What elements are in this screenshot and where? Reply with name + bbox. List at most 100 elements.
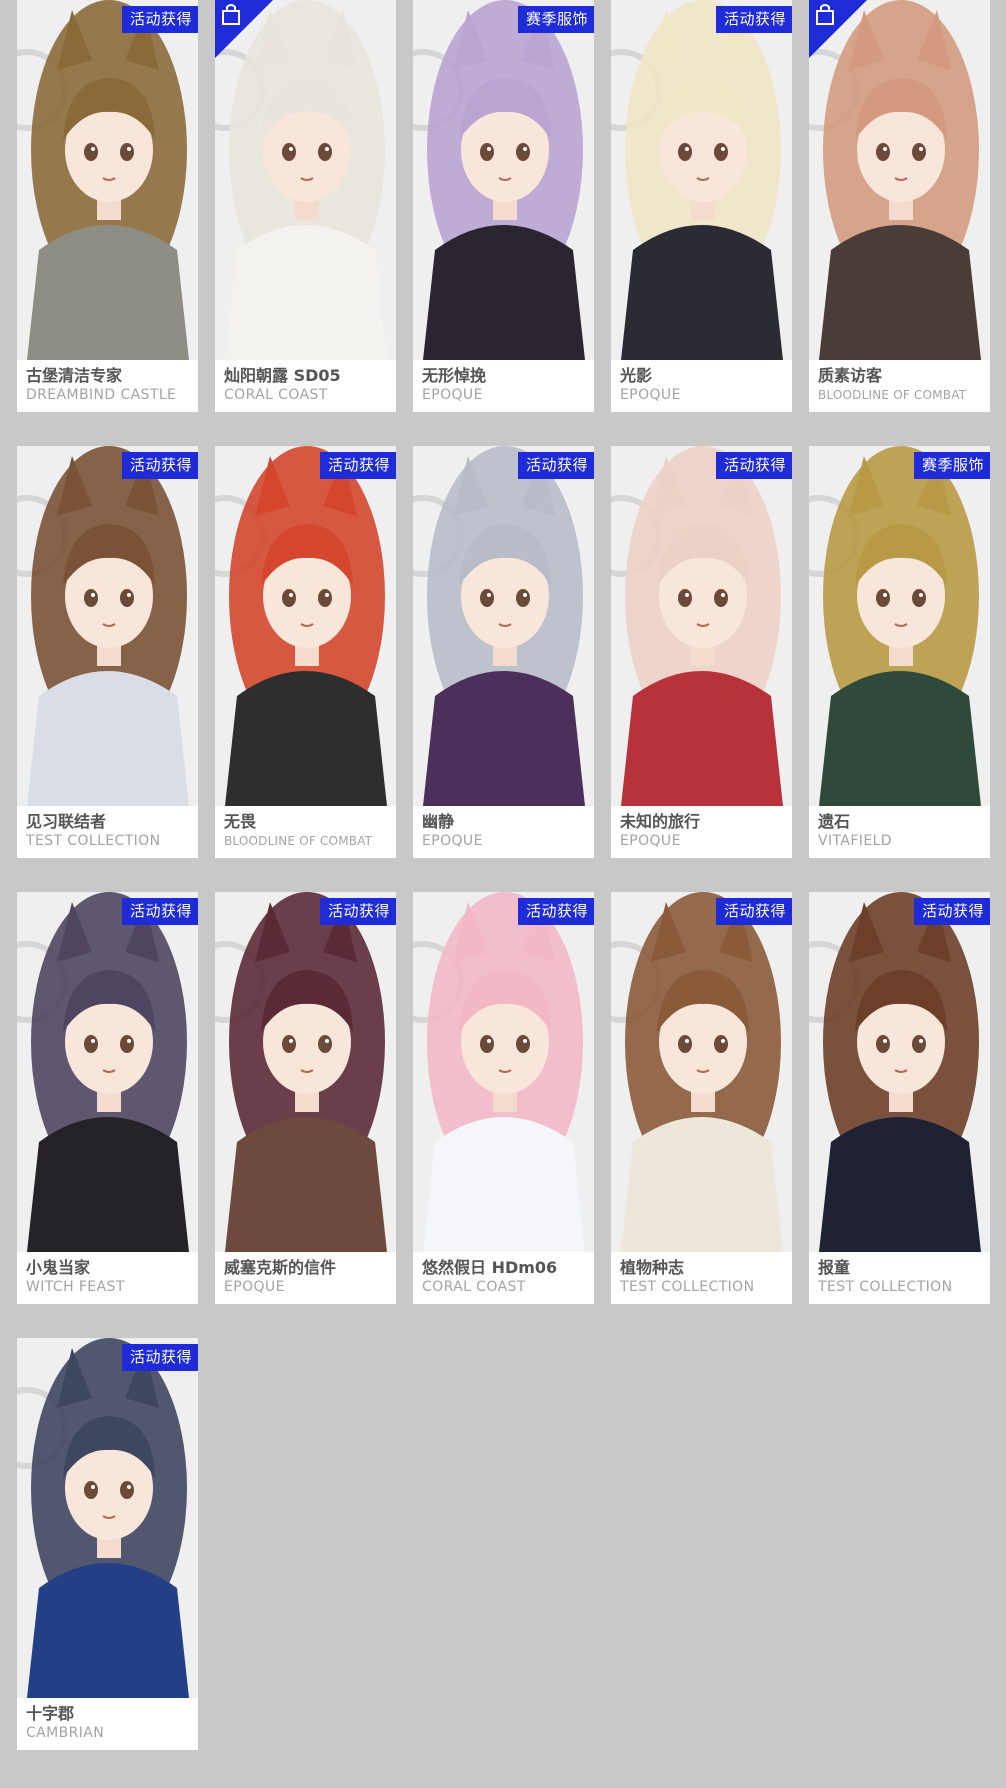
- acquisition-badge: 赛季服饰: [913, 452, 990, 479]
- skin-info: 无畏 BLOODLINE OF COMBAT: [215, 806, 396, 858]
- skin-name: 光影: [620, 366, 653, 385]
- skin-name: 灿阳朝露 SD05: [224, 366, 341, 385]
- shop-bag-icon: [215, 0, 273, 58]
- skin-series: CORAL COAST: [422, 1279, 526, 1295]
- skin-card[interactable]: 赛季服饰遗石 VITAFIELD: [809, 446, 990, 858]
- acquisition-badge: 活动获得: [517, 452, 594, 479]
- character-illustration: [413, 0, 594, 360]
- skin-portrait: [215, 892, 396, 1252]
- skin-portrait: [215, 446, 396, 806]
- skin-name: 未知的旅行: [620, 812, 701, 831]
- acquisition-badge: 活动获得: [319, 898, 396, 925]
- skin-card[interactable]: 活动获得见习联结者 TEST COLLECTION: [17, 446, 198, 858]
- skin-card[interactable]: 活动获得威塞克斯的信件 EPOQUE: [215, 892, 396, 1304]
- skin-series: CAMBRIAN: [26, 1725, 105, 1741]
- skin-name: 悠然假日 HDm06: [422, 1258, 558, 1277]
- skin-portrait: [413, 892, 594, 1252]
- skin-info: 幽静 EPOQUE: [413, 806, 594, 858]
- acquisition-badge: 活动获得: [121, 6, 198, 33]
- character-illustration: [611, 0, 792, 360]
- acquisition-badge: 活动获得: [121, 1344, 198, 1371]
- character-illustration: [611, 892, 792, 1252]
- skin-card[interactable]: 活动获得未知的旅行 EPOQUE: [611, 446, 792, 858]
- skin-info: 悠然假日 HDm06 CORAL COAST: [413, 1252, 594, 1304]
- skin-info: 遗石 VITAFIELD: [809, 806, 990, 858]
- skin-series: CORAL COAST: [224, 387, 328, 403]
- skin-card[interactable]: 活动获得十字郡 CAMBRIAN: [17, 1338, 198, 1750]
- acquisition-badge: 活动获得: [715, 452, 792, 479]
- skin-card[interactable]: 活动获得光影 EPOQUE: [611, 0, 792, 412]
- skin-info: 植物种志 TEST COLLECTION: [611, 1252, 792, 1304]
- character-illustration: [17, 1338, 198, 1698]
- skin-portrait: [413, 446, 594, 806]
- acquisition-badge: 活动获得: [715, 6, 792, 33]
- skin-portrait: [17, 0, 198, 360]
- acquisition-badge: 活动获得: [913, 898, 990, 925]
- skin-portrait: [611, 446, 792, 806]
- skin-card[interactable]: 活动获得幽静 EPOQUE: [413, 446, 594, 858]
- skin-series: EPOQUE: [620, 387, 681, 403]
- skin-portrait: [809, 446, 990, 806]
- skin-name: 见习联结者: [26, 812, 107, 831]
- skin-series: WITCH FEAST: [26, 1279, 125, 1295]
- skin-card[interactable]: 活动获得植物种志 TEST COLLECTION: [611, 892, 792, 1304]
- skin-portrait: [611, 892, 792, 1252]
- skin-series: EPOQUE: [422, 833, 483, 849]
- acquisition-badge: 赛季服饰: [517, 6, 594, 33]
- skin-portrait: [413, 0, 594, 360]
- skin-name: 报童: [818, 1258, 851, 1277]
- skin-card[interactable]: 活动获得古堡清洁专家 DREAMBIND CASTLE: [17, 0, 198, 412]
- shop-bag-icon: [809, 0, 867, 58]
- character-illustration: [611, 446, 792, 806]
- acquisition-badge: 活动获得: [121, 898, 198, 925]
- skin-name: 质素访客: [818, 366, 883, 385]
- skin-name: 遗石: [818, 812, 851, 831]
- skin-name: 植物种志: [620, 1258, 685, 1277]
- skin-name: 小鬼当家: [26, 1258, 91, 1277]
- character-illustration: [809, 446, 990, 806]
- skin-series: BLOODLINE OF COMBAT: [818, 388, 967, 402]
- character-illustration: [809, 892, 990, 1252]
- skin-grid: 活动获得 古堡清洁专家 DREAMBIND CASTLE 灿阳朝露 SD05 CORAL…: [17, 0, 992, 1750]
- character-illustration: [17, 0, 198, 360]
- skin-series: TEST COLLECTION: [26, 833, 161, 849]
- skin-card[interactable]: 活动获得 无畏 BLOODLINE OF COMBAT: [215, 446, 396, 858]
- skin-portrait: [17, 1338, 198, 1698]
- skin-series: EPOQUE: [422, 387, 483, 403]
- skin-card[interactable]: 灿阳朝露 SD05 CORAL COAST: [215, 0, 396, 412]
- skin-info: 见习联结者 TEST COLLECTION: [17, 806, 198, 858]
- acquisition-badge: 活动获得: [715, 898, 792, 925]
- skin-name: 幽静: [422, 812, 455, 831]
- skin-name: 古堡清洁专家: [26, 366, 123, 385]
- skin-series: DREAMBIND CASTLE: [26, 387, 177, 403]
- acquisition-badge: 活动获得: [121, 452, 198, 479]
- skin-portrait: [17, 892, 198, 1252]
- skin-info: 十字郡 CAMBRIAN: [17, 1698, 198, 1750]
- character-illustration: [215, 446, 396, 806]
- character-illustration: [215, 892, 396, 1252]
- skin-card[interactable]: 活动获得悠然假日 HDm06 CORAL COAST: [413, 892, 594, 1304]
- skin-info: 灿阳朝露 SD05 CORAL COAST: [215, 360, 396, 412]
- skin-info: 古堡清洁专家 DREAMBIND CASTLE: [17, 360, 198, 412]
- character-illustration: [17, 446, 198, 806]
- skin-name: 无畏: [224, 812, 257, 831]
- skin-name: 威塞克斯的信件: [224, 1258, 337, 1277]
- skin-card[interactable]: 质素访客 BLOODLINE OF COMBAT: [809, 0, 990, 412]
- skin-card[interactable]: 赛季服饰无形悼挽 EPOQUE: [413, 0, 594, 412]
- skin-portrait: [17, 446, 198, 806]
- skin-info: 小鬼当家 WITCH FEAST: [17, 1252, 198, 1304]
- skin-info: 报童 TEST COLLECTION: [809, 1252, 990, 1304]
- skin-series: TEST COLLECTION: [818, 1279, 953, 1295]
- acquisition-badge: 活动获得: [517, 898, 594, 925]
- skin-series: EPOQUE: [620, 833, 681, 849]
- skin-info: 威塞克斯的信件 EPOQUE: [215, 1252, 396, 1304]
- skin-series: TEST COLLECTION: [620, 1279, 755, 1295]
- skin-portrait: [611, 0, 792, 360]
- skin-info: 无形悼挽 EPOQUE: [413, 360, 594, 412]
- skin-name: 十字郡: [26, 1704, 75, 1723]
- character-illustration: [413, 446, 594, 806]
- skin-card[interactable]: 活动获得报童 TEST COLLECTION: [809, 892, 990, 1304]
- skin-card[interactable]: 活动获得小鬼当家 WITCH FEAST: [17, 892, 198, 1304]
- skin-info: 质素访客 BLOODLINE OF COMBAT: [809, 360, 990, 412]
- skin-portrait: [809, 892, 990, 1252]
